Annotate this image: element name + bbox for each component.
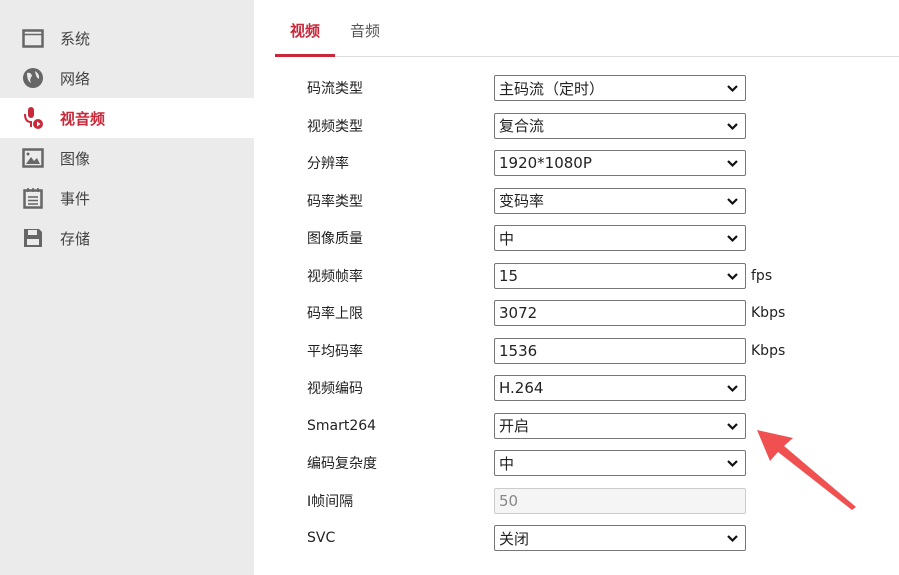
annotation-arrow	[757, 430, 856, 510]
